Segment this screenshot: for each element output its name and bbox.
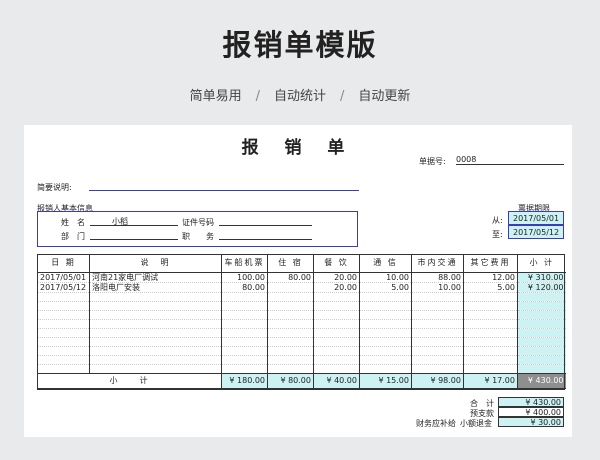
doc-no-label: 单据号: — [419, 157, 446, 166]
name-field[interactable]: 小稻 — [90, 216, 178, 226]
doc-no-value: 0008 — [456, 155, 477, 164]
table-row[interactable] — [37, 355, 566, 365]
feature-tagline: 简单易用 / 自动统计 / 自动更新 — [0, 85, 600, 104]
table-row[interactable] — [37, 328, 566, 338]
cell-meal[interactable]: 20.00 — [313, 282, 360, 293]
cell-subtotal: ¥ 310.00 — [517, 272, 566, 283]
cell-desc[interactable]: 洛阳电厂安装 — [89, 282, 222, 293]
total-subtotal: ¥ 430.00 — [517, 373, 566, 389]
cell-subtotal: ¥ 120.00 — [517, 282, 566, 293]
expense-table: 日 期 说 明 车船机票 住 宿 餐 饮 通 信 市内交通 其它费用 小 计 2… — [37, 254, 566, 389]
from-date-field[interactable]: 2017/05/01 — [508, 211, 564, 225]
from-label: 从: — [492, 216, 503, 225]
total-comm: ¥ 15.00 — [359, 373, 412, 389]
total-label: 小 计 — [37, 373, 222, 389]
cell-transport[interactable]: 88.00 — [411, 272, 464, 283]
advance-value[interactable]: ¥ 400.00 — [498, 407, 564, 417]
page-title: 报销单模版 — [222, 28, 378, 62]
finance-label: 财务应补给 — [416, 419, 456, 428]
table-row[interactable] — [37, 337, 566, 347]
name-value: 小稻 — [112, 217, 128, 226]
doc-no-field[interactable]: 0008 — [456, 155, 564, 165]
dept-label: 部 门 — [61, 232, 85, 241]
to-date-field[interactable]: 2017/05/12 — [508, 225, 564, 239]
total-meal: ¥ 40.00 — [313, 373, 360, 389]
position-label: 职 务 — [182, 232, 214, 241]
expense-form-sheet: 报 销 单 单据号: 0008 简要说明: 报销人基本信息 姓 名 小稻 证件号… — [24, 125, 572, 437]
table-row[interactable] — [37, 364, 566, 374]
id-label: 证件号码 — [182, 218, 214, 227]
col-subtotal: 小 计 — [517, 254, 566, 273]
total-other: ¥ 17.00 — [463, 373, 518, 389]
separator: / — [340, 89, 345, 104]
cell-transport[interactable]: 10.00 — [411, 282, 464, 293]
name-label: 姓 名 — [61, 218, 85, 227]
col-ticket: 车船机票 — [221, 254, 268, 273]
cell-ticket[interactable]: 80.00 — [221, 282, 268, 293]
cell-desc[interactable]: 河南21家电厂调试 — [89, 272, 222, 283]
col-desc: 说 明 — [89, 254, 222, 273]
table-row[interactable]: 2017/05/01 河南21家电厂调试 100.00 80.00 20.00 … — [37, 272, 566, 283]
table-header-row: 日 期 说 明 车船机票 住 宿 餐 饮 通 信 市内交通 其它费用 小 计 — [37, 254, 566, 273]
col-meal: 餐 饮 — [313, 254, 360, 273]
cell-lodging[interactable]: 80.00 — [267, 272, 314, 283]
separator: / — [255, 89, 260, 104]
cell-ticket[interactable]: 100.00 — [221, 272, 268, 283]
table-row[interactable] — [37, 346, 566, 356]
brief-field[interactable] — [89, 181, 359, 191]
feature-auto-stats: 自动统计 — [273, 89, 326, 104]
cell-meal[interactable]: 20.00 — [313, 272, 360, 283]
total-lodging: ¥ 80.00 — [267, 373, 314, 389]
cell-date[interactable]: 2017/05/01 — [37, 272, 90, 283]
id-field[interactable] — [219, 216, 312, 226]
table-total-row: 小 计 ¥ 180.00 ¥ 80.00 ¥ 40.00 ¥ 15.00 ¥ 9… — [37, 373, 566, 389]
small-refund-label: 小额退金 — [460, 419, 492, 428]
col-date: 日 期 — [37, 254, 90, 273]
col-transport: 市内交通 — [411, 254, 464, 273]
cell-other[interactable]: 5.00 — [463, 282, 518, 293]
dept-field[interactable] — [90, 230, 178, 240]
total-transport: ¥ 98.00 — [411, 373, 464, 389]
col-lodging: 住 宿 — [267, 254, 314, 273]
from-date-value: 2017/05/01 — [513, 214, 560, 223]
cell-comm[interactable]: 10.00 — [359, 272, 412, 283]
cell-other[interactable]: 12.00 — [463, 272, 518, 283]
table-row[interactable] — [37, 319, 566, 329]
feature-auto-update: 自动更新 — [358, 89, 411, 104]
cell-comm[interactable]: 5.00 — [359, 282, 412, 293]
table-row[interactable] — [37, 310, 566, 320]
total-ticket: ¥ 180.00 — [221, 373, 268, 389]
position-field[interactable] — [219, 230, 312, 240]
table-row[interactable] — [37, 301, 566, 311]
col-comm: 通 信 — [359, 254, 412, 273]
grand-total-value: ¥ 430.00 — [498, 397, 564, 407]
cell-lodging[interactable] — [267, 282, 314, 293]
cell-date[interactable]: 2017/05/12 — [37, 282, 90, 293]
table-row[interactable] — [37, 292, 566, 302]
to-date-value: 2017/05/12 — [513, 228, 560, 237]
table-row[interactable]: 2017/05/12 洛阳电厂安装 80.00 20.00 5.00 10.00… — [37, 282, 566, 293]
brief-label: 简要说明: — [37, 183, 72, 192]
to-label: 至: — [492, 230, 503, 239]
feature-easy: 简单易用 — [189, 89, 242, 104]
small-refund-value: ¥ 30.00 — [498, 417, 564, 427]
col-other: 其它费用 — [463, 254, 518, 273]
